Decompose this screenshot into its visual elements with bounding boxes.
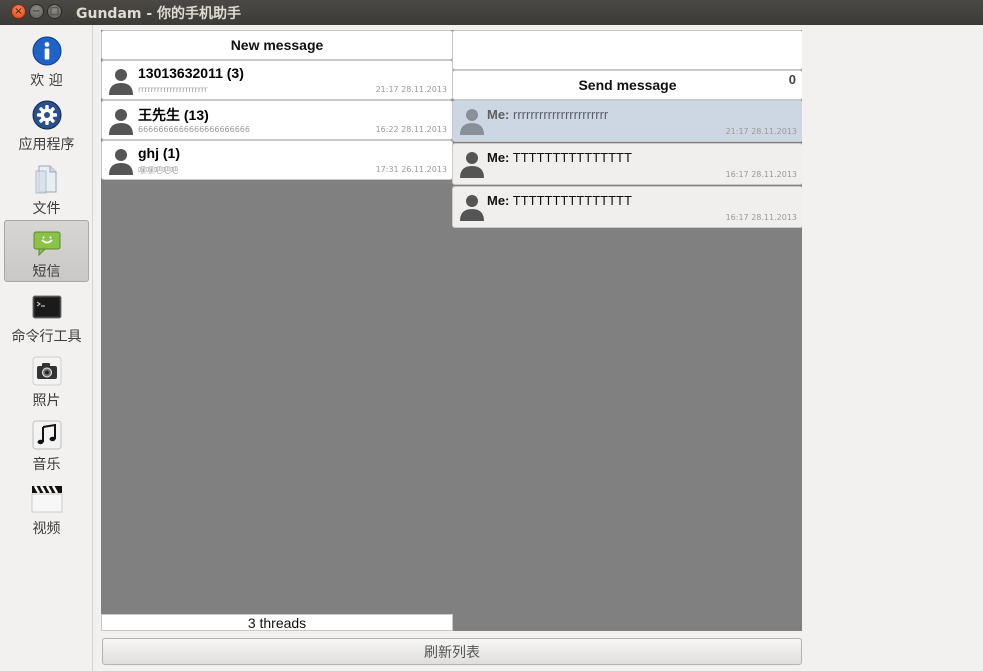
thread-preview: 6666666666666666666666 [138,125,250,134]
message-sender: Me: [487,150,510,165]
message-time: 16:17 28.11.2013 [725,170,797,179]
refresh-list-button[interactable]: 刷新列表 [102,638,802,665]
sidebar-item-welcome[interactable]: 欢 迎 [4,29,89,91]
sidebar-item-photos[interactable]: 照片 [4,349,89,411]
sms-panel: New message 13013632011 (3) rrrrrrrrrrrr… [101,30,803,631]
send-message-label: Send message [578,77,677,93]
threads-count: 3 threads [101,614,453,631]
music-icon [31,419,63,451]
thread-preview: 嘿嘿吧吧吧 [138,166,178,175]
contact-avatar-icon [109,109,133,135]
sidebar-item-label: 文件 [32,201,61,217]
contact-avatar-icon [109,69,133,95]
message-sender: Me: [487,193,510,208]
message-time: 21:17 28.11.2013 [725,127,797,136]
thread-preview: rrrrrrrrrrrrrrrrrrrrrr [138,85,208,94]
thread-item[interactable]: 王先生 (13) 6666666666666666666666 16:22 28… [101,100,453,140]
send-message-button[interactable]: Send message 0 [452,70,803,100]
gear-icon [31,99,63,131]
thread-item[interactable]: 13013632011 (3) rrrrrrrrrrrrrrrrrrrrrr 2… [101,60,453,100]
minimize-button[interactable]: − [29,4,44,19]
clapperboard-icon [31,483,63,515]
sidebar-item-music[interactable]: 音乐 [4,413,89,475]
sidebar-item-label: 音乐 [32,457,61,473]
new-message-button[interactable]: New message [101,30,453,60]
thread-name: ghj (1) [138,145,180,161]
window-title: Gundam - 你的手机助手 [76,6,242,22]
message-icon [31,227,63,258]
thread-time: 21:17 28.11.2013 [375,85,447,94]
thread-time: 16:22 28.11.2013 [375,125,447,134]
sidebar-item-label: 欢 迎 [30,73,63,89]
message-time: 16:17 28.11.2013 [725,213,797,222]
title-bar: × − □ Gundam - 你的手机助手 [0,0,983,25]
sidebar: 欢 迎 应用程序 文件 短信 命令行工具 照片 音乐 视频 [0,25,93,671]
close-button[interactable]: × [11,4,26,19]
sidebar-item-sms[interactable]: 短信 [4,220,89,282]
contact-avatar-icon [109,149,133,175]
sidebar-item-label: 照片 [32,393,61,409]
contact-avatar-icon [460,152,484,178]
message-body: TTTTTTTTTTTTTTT [512,150,632,165]
contact-avatar-icon [460,195,484,221]
sidebar-item-label: 短信 [32,264,61,280]
sidebar-item-files[interactable]: 文件 [4,157,89,219]
message-text: Me: TTTTTTTTTTTTTTT [487,193,632,208]
thread-item[interactable]: ghj (1) 嘿嘿吧吧吧 17:31 26.11.2013 [101,140,453,180]
terminal-icon [31,291,63,323]
sidebar-item-label: 命令行工具 [11,329,82,345]
message-text: Me: rrrrrrrrrrrrrrrrrrrrrr [487,107,608,122]
sidebar-item-label: 视频 [32,521,61,537]
char-counter: 0 [788,72,796,87]
file-icon [31,163,63,195]
message-body: rrrrrrrrrrrrrrrrrrrrrr [513,107,609,122]
contact-avatar-icon [460,109,484,135]
thread-name: 13013632011 (3) [138,65,244,81]
maximize-button[interactable]: □ [47,4,62,19]
sidebar-item-video[interactable]: 视频 [4,477,89,539]
message-compose-input[interactable] [452,30,803,70]
sidebar-item-label: 应用程序 [18,137,75,153]
thread-name: 王先生 (13) [138,107,209,123]
message-body: TTTTTTTTTTTTTTT [512,193,632,208]
thread-time: 17:31 26.11.2013 [375,165,447,174]
sidebar-item-terminal[interactable]: 命令行工具 [4,285,89,347]
app-window: 欢 迎 应用程序 文件 短信 命令行工具 照片 音乐 视频 New messag… [0,25,983,671]
message-item[interactable]: Me: TTTTTTTTTTTTTTT 16:17 28.11.2013 [452,186,803,228]
camera-icon [31,355,63,387]
message-text: Me: TTTTTTTTTTTTTTT [487,150,632,165]
info-icon [31,35,63,67]
message-item[interactable]: Me: rrrrrrrrrrrrrrrrrrrrrr 21:17 28.11.2… [452,100,803,142]
empty-area [802,25,983,671]
message-item[interactable]: Me: TTTTTTTTTTTTTTT 16:17 28.11.2013 [452,143,803,185]
message-sender: Me: [487,107,510,122]
sidebar-item-apps[interactable]: 应用程序 [4,93,89,155]
